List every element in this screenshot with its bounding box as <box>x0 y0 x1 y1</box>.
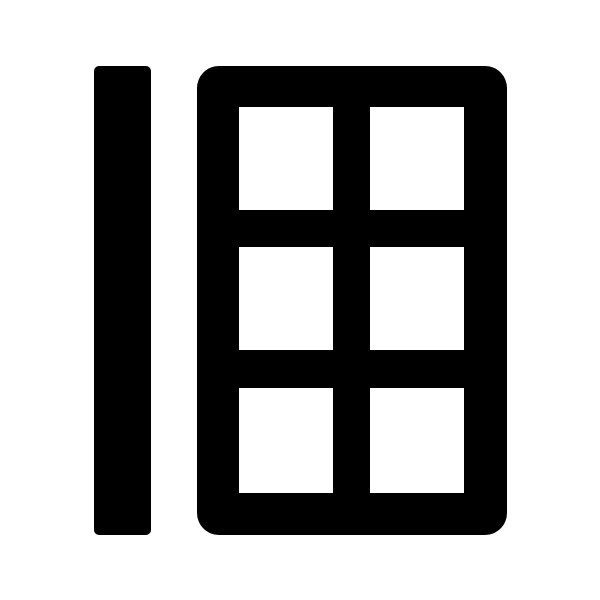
icon-canvas <box>0 0 600 600</box>
grid-panel <box>197 66 507 535</box>
sidebar-grid-layout-icon <box>94 66 507 535</box>
sidebar-bar <box>94 66 151 535</box>
